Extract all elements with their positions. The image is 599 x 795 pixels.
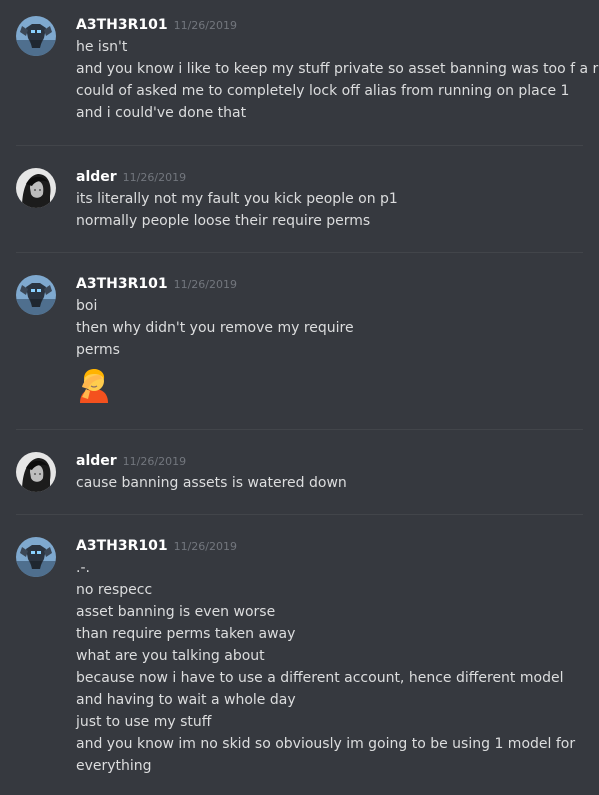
message-header: alder 11/26/2019 xyxy=(76,166,186,188)
message-line: and you know im no skid so obviously im … xyxy=(76,736,576,752)
username[interactable]: A3TH3R101 xyxy=(76,17,168,33)
message-header: A3TH3R101 11/26/2019 xyxy=(76,535,237,557)
message-line: he isn't xyxy=(76,39,128,55)
username[interactable]: alder xyxy=(76,169,117,185)
timestamp: 11/26/2019 xyxy=(122,171,187,184)
dark-hair-portrait-avatar-icon[interactable] xyxy=(16,452,56,492)
message-line: no respecc xyxy=(76,582,153,598)
message-body: its literally not my fault you kick peop… xyxy=(76,188,586,232)
message-divider xyxy=(16,252,583,253)
message-line: boi xyxy=(76,298,98,314)
message-header: A3TH3R101 11/26/2019 xyxy=(76,14,237,36)
message-line: then why didn't you remove my require xyxy=(76,320,354,336)
username[interactable]: alder xyxy=(76,453,117,469)
username[interactable]: A3TH3R101 xyxy=(76,276,168,292)
message-line: because now i have to use a different ac… xyxy=(76,670,564,686)
message-line: everything xyxy=(76,758,152,774)
message-line: and you know i like to keep my stuff pri… xyxy=(76,61,599,77)
dark-hair-portrait-avatar-icon[interactable] xyxy=(16,168,56,208)
chat-messages: A3TH3R101 11/26/2019 he isn't and you kno… xyxy=(0,0,599,795)
timestamp: 11/26/2019 xyxy=(173,19,237,32)
message-line: normally people loose their require perm… xyxy=(76,213,371,229)
robot-mech-avatar-icon[interactable] xyxy=(16,537,56,577)
robot-mech-avatar-icon[interactable] xyxy=(16,275,56,315)
message-line: .-. xyxy=(76,560,90,576)
message-header: alder 11/26/2019 xyxy=(76,450,186,472)
message-line: cause banning assets is watered down xyxy=(76,475,347,491)
message-line: just to use my stuff xyxy=(76,714,212,730)
message-line: and i could've done that xyxy=(76,105,247,121)
timestamp: 11/26/2019 xyxy=(173,540,237,553)
message-body: .-. no respecc asset banning is even wor… xyxy=(76,557,586,777)
message-divider xyxy=(16,514,583,515)
timestamp: 11/26/2019 xyxy=(173,278,237,291)
message-line: and having to wait a whole day xyxy=(76,692,296,708)
username[interactable]: A3TH3R101 xyxy=(76,538,168,554)
message-body: he isn't and you know i like to keep my … xyxy=(76,36,599,124)
message-line: what are you talking about xyxy=(76,648,265,664)
message-line: perms xyxy=(76,342,120,358)
message-line: than require perms taken away xyxy=(76,626,296,642)
person-facepalming-emoji-icon xyxy=(76,367,112,403)
message-line: asset banning is even worse xyxy=(76,604,276,620)
message-line: could of asked me to completely lock off… xyxy=(76,83,570,99)
message-divider xyxy=(16,145,583,146)
message-header: A3TH3R101 11/26/2019 xyxy=(76,273,237,295)
message-body: boi then why didn't you remove my requir… xyxy=(76,295,586,403)
message-body: cause banning assets is watered down xyxy=(76,472,586,494)
message-line: its literally not my fault you kick peop… xyxy=(76,191,398,207)
timestamp: 11/26/2019 xyxy=(122,455,187,468)
message-divider xyxy=(16,429,583,430)
robot-mech-avatar-icon[interactable] xyxy=(16,16,56,56)
